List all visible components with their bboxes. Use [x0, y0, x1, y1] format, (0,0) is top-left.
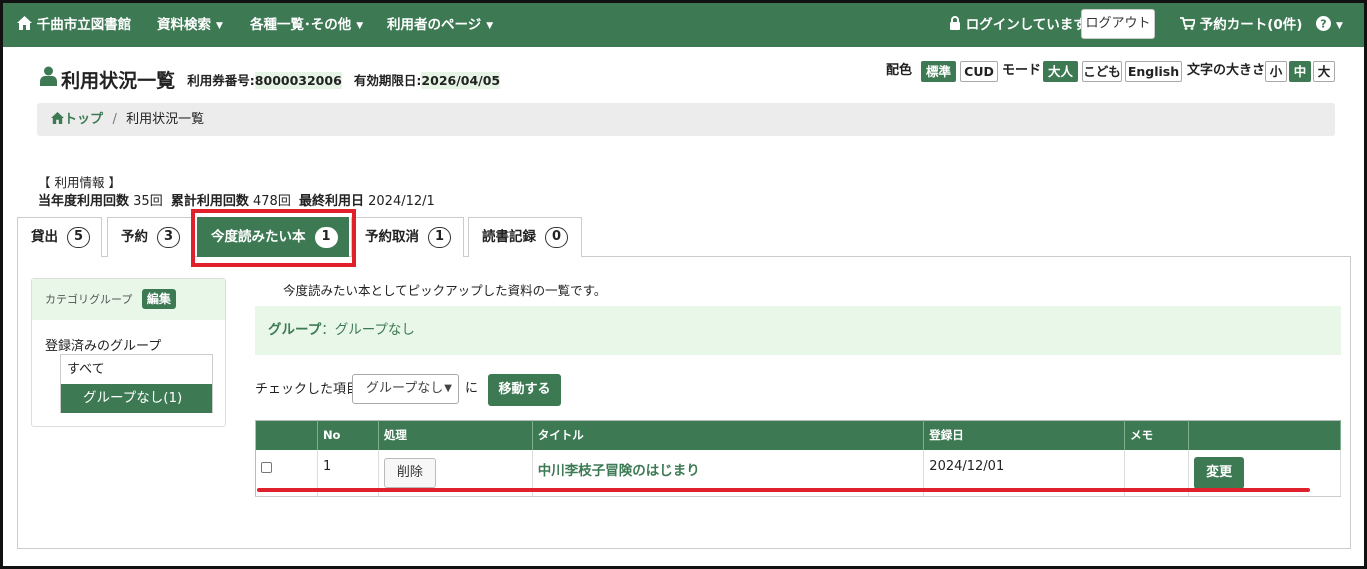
registered-groups-label: 登録済みのグループ: [45, 339, 162, 354]
lock-icon: [950, 16, 960, 30]
year-count-label: 当年度利用回数: [38, 194, 130, 209]
login-status: ログインしています: [949, 3, 1087, 47]
tab-count-badge: 0: [545, 227, 568, 248]
font-size-label: 文字の大きさ: [1187, 63, 1266, 78]
group-select[interactable]: グループなし ▼: [352, 374, 459, 404]
menu-user-page-label: 利用者のページ: [387, 17, 482, 33]
total-count-label: 累計利用回数: [170, 194, 249, 209]
tab-reading-record[interactable]: 読書記録 0: [468, 217, 582, 257]
mode-label: モード: [1002, 63, 1042, 78]
cart-label: 予約カート(0件): [1199, 17, 1303, 33]
svg-text:?: ?: [1320, 18, 1326, 31]
header-title: タイトル: [532, 420, 925, 450]
year-count: 35回: [133, 194, 163, 209]
breadcrumb-current: 利用状況一覧: [126, 112, 205, 127]
page-header: 利用状況一覧 利用券番号:8000032006 有効期限日:2026/04/05: [40, 66, 501, 96]
tab-reservations[interactable]: 予約 3: [107, 217, 192, 257]
menu-user-page[interactable]: 利用者のページ ▼: [387, 3, 493, 47]
mode-adult-button[interactable]: 大人: [1043, 61, 1078, 82]
color-standard-button[interactable]: 標準: [921, 61, 956, 82]
logout-button[interactable]: ログアウト: [1081, 9, 1155, 39]
last-use-date: 2024/12/1: [368, 194, 435, 209]
card-number: 利用券番号:8000032006: [187, 72, 342, 89]
move-button[interactable]: 移動する: [488, 374, 561, 406]
site-title-link[interactable]: 千曲市立図書館: [17, 3, 131, 47]
category-header: カテゴリグループ 編集: [32, 279, 225, 320]
tab-cancelled-reservations[interactable]: 予約取消 1: [351, 217, 464, 257]
move-suffix-text: に: [465, 381, 479, 396]
header-memo: メモ: [1124, 420, 1190, 450]
question-circle-icon: ?: [1316, 16, 1331, 31]
header-action: 処理: [378, 420, 533, 450]
font-size-small-button[interactable]: 小: [1265, 61, 1287, 82]
reservation-cart-link[interactable]: 予約カート(0件): [1180, 3, 1302, 47]
last-use-label: 最終利用日: [298, 194, 364, 209]
tab-loans[interactable]: 貸出 5: [17, 217, 102, 257]
group-item-all[interactable]: すべて: [61, 355, 212, 384]
book-title-link[interactable]: 中川李枝子冒険のはじまり: [538, 463, 700, 479]
want-to-read-table: No 処理 タイトル 登録日 メモ 1 削除 中川李枝子冒険のはじまり 2024…: [255, 420, 1341, 497]
category-label: カテゴリグループ: [45, 293, 133, 306]
expiry-date: 有効期限日:2026/04/05: [353, 72, 501, 89]
home-icon: [51, 112, 64, 124]
list-description: 今度読みたい本としてピックアップした資料の一覧です。: [283, 283, 607, 298]
usage-info-line: 当年度利用回数 35回 累計利用回数 478回 最終利用日 2024/12/1: [38, 190, 435, 209]
highlight-box: [191, 209, 356, 267]
breadcrumb: トップ / 利用状況一覧: [37, 103, 1335, 136]
login-status-text: ログインしています: [965, 17, 1087, 33]
chevron-down-icon: ▼: [444, 383, 452, 394]
caret-down-icon: ▼: [1336, 21, 1343, 31]
row-checkbox[interactable]: [261, 461, 272, 473]
header-change: [1188, 420, 1341, 450]
font-size-large-button[interactable]: 大: [1313, 61, 1335, 82]
header-checkbox: [255, 420, 318, 450]
page-title: 利用状況一覧: [61, 70, 176, 92]
site-title: 千曲市立図書館: [36, 17, 132, 33]
caret-down-icon: ▼: [356, 21, 364, 31]
home-icon: [17, 16, 32, 30]
mode-english-button[interactable]: English: [1125, 61, 1182, 82]
cart-icon: [1180, 17, 1195, 30]
tab-count-badge: 3: [157, 227, 180, 248]
user-icon: [40, 66, 57, 86]
edit-category-button[interactable]: 編集: [141, 289, 176, 309]
menu-search-label: 資料検索: [157, 17, 211, 33]
color-label: 配色: [886, 63, 913, 78]
highlight-underline: [257, 488, 1310, 492]
table-header-row: No 処理 タイトル 登録日 メモ: [255, 420, 1341, 450]
font-size-medium-button[interactable]: 中: [1289, 61, 1311, 82]
top-navbar: 千曲市立図書館 資料検索 ▼ 各種一覧･その他 ▼ 利用者のページ ▼ ログインしてい…: [3, 3, 1364, 47]
header-no: No: [317, 420, 379, 450]
category-sidebar: カテゴリグループ 編集 登録済みのグループ すべて グループなし(1): [31, 278, 226, 427]
delete-button[interactable]: 削除: [383, 457, 436, 488]
total-count: 478回: [253, 194, 291, 209]
breadcrumb-home-link[interactable]: トップ: [51, 112, 108, 127]
group-label: グループ: [268, 322, 322, 338]
group-list: すべて グループなし(1): [60, 354, 213, 413]
usage-info-heading: 【 利用情報 】: [38, 175, 121, 190]
group-select-value: グループなし: [366, 381, 444, 396]
group-value: ：グループなし: [321, 322, 415, 338]
tab-count-badge: 5: [67, 227, 90, 248]
breadcrumb-separator: /: [112, 112, 117, 127]
change-button[interactable]: 変更: [1194, 456, 1245, 489]
caret-down-icon: ▼: [216, 21, 223, 31]
color-cud-button[interactable]: CUD: [960, 61, 998, 82]
menu-lists-label: 各種一覧･その他: [250, 17, 352, 33]
header-date: 登録日: [923, 420, 1126, 450]
caret-down-icon: ▼: [486, 21, 494, 31]
mode-kids-button[interactable]: こども: [1082, 61, 1122, 82]
menu-lists[interactable]: 各種一覧･その他 ▼: [250, 3, 363, 47]
help-menu[interactable]: ? ▼: [1316, 3, 1343, 47]
menu-search[interactable]: 資料検索 ▼: [157, 3, 223, 47]
tab-count-badge: 1: [428, 227, 451, 248]
group-item-none[interactable]: グループなし(1): [61, 384, 212, 413]
current-group-box: グループ：グループなし: [255, 306, 1341, 355]
